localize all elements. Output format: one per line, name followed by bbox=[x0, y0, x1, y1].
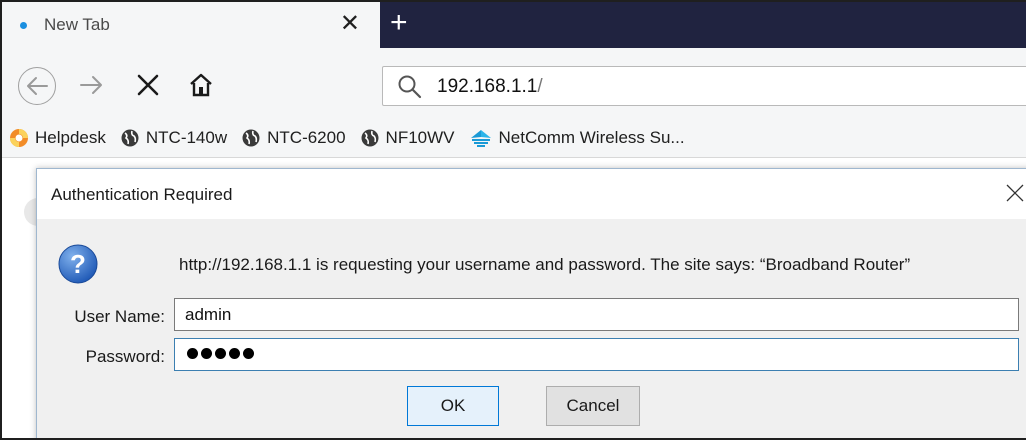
close-icon[interactable] bbox=[1003, 181, 1026, 205]
password-dot bbox=[187, 348, 198, 359]
back-button[interactable] bbox=[18, 67, 56, 105]
password-mask bbox=[187, 348, 254, 359]
bookmark-label: NTC-140w bbox=[145, 127, 228, 147]
url-host: 192.168.1.1 bbox=[437, 76, 538, 97]
ok-button[interactable]: OK bbox=[407, 386, 499, 426]
password-dot bbox=[201, 348, 212, 359]
new-tab-button[interactable]: + bbox=[390, 6, 408, 40]
home-button[interactable] bbox=[188, 72, 214, 103]
username-field[interactable]: admin bbox=[174, 298, 1019, 331]
bookmark-helpdesk[interactable]: Helpdesk bbox=[9, 128, 106, 148]
browser-window: New Tab ✕ + 192.168.1.1/ Helpdesk NTC-14… bbox=[0, 0, 1026, 440]
stop-button[interactable] bbox=[136, 73, 160, 102]
bookmark-nf10wv[interactable]: NF10WV bbox=[360, 128, 455, 148]
tab-close-icon[interactable]: ✕ bbox=[340, 12, 360, 36]
username-value: admin bbox=[185, 305, 232, 324]
globe-icon bbox=[121, 129, 139, 146]
bookmark-netcomm-wireless[interactable]: NetComm Wireless Su... bbox=[469, 128, 685, 148]
bookmark-label: NF10WV bbox=[385, 127, 455, 147]
dialog-title: Authentication Required bbox=[51, 185, 233, 204]
bookmark-label: NetComm Wireless Su... bbox=[498, 127, 685, 147]
forward-button[interactable] bbox=[79, 73, 105, 102]
navigation-toolbar: 192.168.1.1/ bbox=[2, 48, 1026, 118]
globe-icon bbox=[361, 129, 379, 146]
password-dot bbox=[215, 348, 226, 359]
password-label: Password: bbox=[85, 347, 165, 366]
url-bar[interactable]: 192.168.1.1/ bbox=[382, 66, 1026, 106]
tab-new-tab[interactable]: New Tab ✕ bbox=[2, 2, 380, 48]
netcomm-icon bbox=[470, 129, 491, 147]
url-path: / bbox=[537, 76, 543, 97]
cancel-button[interactable]: Cancel bbox=[546, 386, 640, 426]
bookmark-label: NTC-6200 bbox=[267, 127, 346, 147]
tab-title: New Tab bbox=[44, 15, 110, 34]
tab-strip: New Tab ✕ + bbox=[2, 2, 1026, 48]
password-dot bbox=[229, 348, 240, 359]
back-arrow-icon bbox=[27, 77, 48, 95]
dialog-message: http://192.168.1.1 is requesting your us… bbox=[179, 255, 911, 274]
home-icon bbox=[190, 73, 212, 97]
forward-arrow-icon bbox=[80, 76, 102, 94]
bookmark-ntc-6200[interactable]: NTC-6200 bbox=[241, 127, 346, 148]
authentication-dialog: Authentication Required ? http://192.168… bbox=[36, 168, 1026, 438]
bookmark-ntc-140w[interactable]: NTC-140w bbox=[120, 128, 227, 148]
bookmarks-toolbar: Helpdesk NTC-140w NTC-6200 NF10WV NetCom… bbox=[2, 118, 1026, 158]
password-field[interactable] bbox=[174, 338, 1019, 371]
username-label: User Name: bbox=[74, 307, 165, 326]
search-icon bbox=[398, 75, 422, 99]
stop-icon bbox=[137, 74, 159, 96]
url-text: 192.168.1.1/ bbox=[437, 76, 543, 98]
lifebuoy-icon bbox=[10, 128, 28, 147]
svg-text:?: ? bbox=[70, 249, 86, 279]
bookmark-label: Helpdesk bbox=[35, 127, 106, 147]
tab-loading-icon bbox=[20, 21, 27, 29]
globe-icon bbox=[242, 129, 260, 146]
password-dot bbox=[243, 348, 254, 359]
dialog-titlebar: Authentication Required bbox=[37, 169, 1026, 219]
question-icon: ? bbox=[58, 244, 98, 284]
